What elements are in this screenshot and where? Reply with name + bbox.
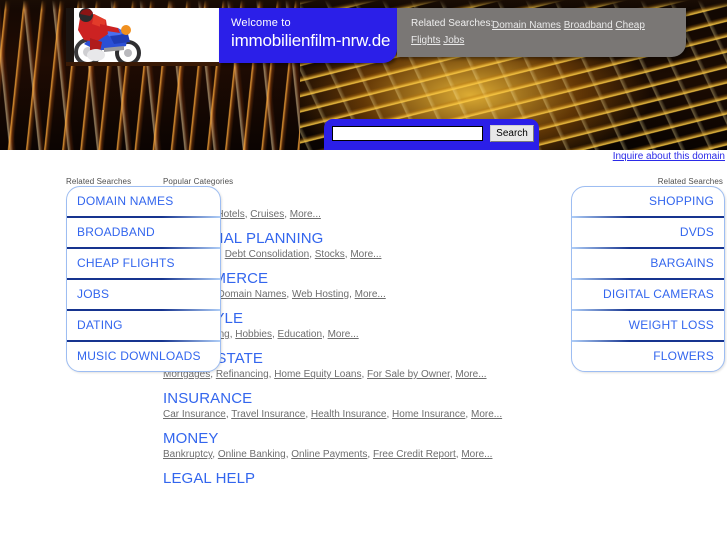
category-link[interactable]: Home Equity Loans <box>274 369 361 380</box>
category-link[interactable]: Refinancing <box>216 369 269 380</box>
category-links: Mortgages, Refinancing, Home Equity Loan… <box>163 368 563 382</box>
popular-categories-list: TRAVELCar Rental, Hotels, Cruises, More.… <box>163 190 563 495</box>
middle-column-label: Popular Categories <box>163 177 234 186</box>
category-link[interactable]: Hobbies <box>235 329 272 340</box>
category-links: Car Insurance, Travel Insurance, Health … <box>163 408 563 422</box>
category-links: Car Rental, Hotels, Cruises, More... <box>163 208 563 222</box>
category-title: E-COMMERCE <box>163 270 563 287</box>
category-title: TRAVEL <box>163 190 563 207</box>
right-related-item-flowers[interactable]: FLOWERS <box>572 342 724 371</box>
header-related-searches-panel: Related Searches: Domain Names Broadband… <box>397 8 686 57</box>
category-block: E-COMMERCEBroadband, Domain Names, Web H… <box>163 270 563 302</box>
right-related-item-dvds[interactable]: DVDS <box>572 218 724 247</box>
category-links: Fitness, Dating, Hobbies, Education, Mor… <box>163 328 563 342</box>
category-link[interactable]: More... <box>461 449 492 460</box>
category-block: MONEY Bankruptcy, Online Banking, Online … <box>163 430 563 462</box>
category-links: Broadband, Domain Names, Web Hosting, Mo… <box>163 288 563 302</box>
left-related-item-dating[interactable]: DATING <box>67 311 220 340</box>
search-input[interactable] <box>332 126 483 141</box>
left-related-item-domain-names[interactable]: DOMAIN NAMES <box>67 187 220 216</box>
category-link[interactable]: More... <box>455 369 486 380</box>
category-link[interactable]: More... <box>350 249 381 260</box>
right-related-searches-box: SHOPPING DVDS BARGAINS DIGITAL CAMERAS WEIGH… <box>571 186 725 372</box>
category-block: LIFESTYLEFitness, Dating, Hobbies, Educa… <box>163 310 563 342</box>
category-block: INSURANCE Car Insurance, Travel Insurance… <box>163 390 563 422</box>
category-link[interactable]: Bankruptcy <box>163 449 212 460</box>
category-block: TRAVELCar Rental, Hotels, Cruises, More.… <box>163 190 563 222</box>
category-link[interactable]: Free Credit Report <box>373 449 456 460</box>
header-banner: Welcome to immobilienfilm-nrw.de Related… <box>0 0 727 150</box>
category-block: REAL ESTATEMortgages, Refinancing, Home … <box>163 350 563 382</box>
category-block: LEGAL HELP <box>163 470 563 487</box>
category-link[interactable]: Web Hosting <box>292 289 349 300</box>
category-link[interactable]: Home Insurance <box>392 409 465 420</box>
category-link[interactable]: Health Insurance <box>311 409 387 420</box>
right-related-item-bargains[interactable]: BARGAINS <box>572 249 724 278</box>
category-link[interactable]: Stocks <box>315 249 345 260</box>
category-link[interactable]: Domain Names <box>218 289 287 300</box>
category-title: LEGAL HELP <box>163 470 256 487</box>
category-title: LIFESTYLE <box>163 310 563 327</box>
category-link[interactable]: Debt Consolidation <box>225 249 310 260</box>
header-related-searches-links: Domain Names Broadband Cheap Flights Job… <box>411 18 676 48</box>
inquire-about-domain-link[interactable]: Inquire about this domain <box>613 151 725 162</box>
welcome-panel: Welcome to immobilienfilm-nrw.de <box>219 8 397 63</box>
search-pod: Search <box>324 119 539 150</box>
category-title: REAL ESTATE <box>163 350 264 367</box>
category-link[interactable]: More... <box>328 329 359 340</box>
header-related-link-domain-names[interactable]: Domain Names <box>492 20 561 31</box>
category-link[interactable]: For Sale by Owner <box>367 369 450 380</box>
category-links: Credit Cards, Debt Consolidation, Stocks… <box>163 248 563 262</box>
header-related-link-broadband[interactable]: Broadband <box>564 20 613 31</box>
category-link[interactable]: Car Insurance <box>163 409 226 420</box>
category-link[interactable]: Education <box>278 329 322 340</box>
welcome-label: Welcome to <box>231 17 291 29</box>
category-link[interactable]: Cruises <box>250 209 284 220</box>
motorcycle-icon <box>66 8 219 66</box>
left-related-item-jobs[interactable]: JOBS <box>67 280 220 309</box>
left-related-item-broadband[interactable]: BROADBAND <box>67 218 220 247</box>
header-related-link-cheap[interactable]: Cheap <box>615 20 644 31</box>
category-link[interactable]: Online Banking <box>218 449 286 460</box>
header-related-link-flights[interactable]: Flights <box>411 35 440 46</box>
domain-name: immobilienfilm-nrw.de <box>231 31 391 50</box>
search-button[interactable]: Search <box>490 125 534 142</box>
right-related-item-shopping[interactable]: SHOPPING <box>572 187 724 216</box>
left-related-item-music-downloads[interactable]: MUSIC DOWNLOADS <box>67 342 220 371</box>
category-link[interactable]: Travel Insurance <box>231 409 305 420</box>
category-link[interactable]: More... <box>355 289 386 300</box>
category-link[interactable]: Online Payments <box>291 449 367 460</box>
left-column-label: Related Searches <box>66 177 132 186</box>
left-related-searches-box: DOMAIN NAMES BROADBAND CHEAP FLIGHTS JOBS DA… <box>66 186 221 372</box>
category-title: INSURANCE <box>163 390 253 407</box>
category-block: FINANCIAL PLANNINGCredit Cards, Debt Con… <box>163 230 563 262</box>
category-link[interactable]: More... <box>290 209 321 220</box>
right-related-item-digital-cameras[interactable]: DIGITAL CAMERAS <box>572 280 724 309</box>
left-related-item-cheap-flights[interactable]: CHEAP FLIGHTS <box>67 249 220 278</box>
right-related-item-weight-loss[interactable]: WEIGHT LOSS <box>572 311 724 340</box>
inquire-row: Inquire about this domain <box>0 150 727 166</box>
category-links: Bankruptcy, Online Banking, Online Payme… <box>163 448 563 462</box>
category-link[interactable]: More... <box>471 409 502 420</box>
motorcycle-photo <box>66 8 219 66</box>
right-column-label: Related Searches <box>657 177 723 186</box>
header-related-link-jobs[interactable]: Jobs <box>443 35 464 46</box>
category-title: MONEY <box>163 430 219 447</box>
category-title: FINANCIAL PLANNING <box>163 230 324 247</box>
